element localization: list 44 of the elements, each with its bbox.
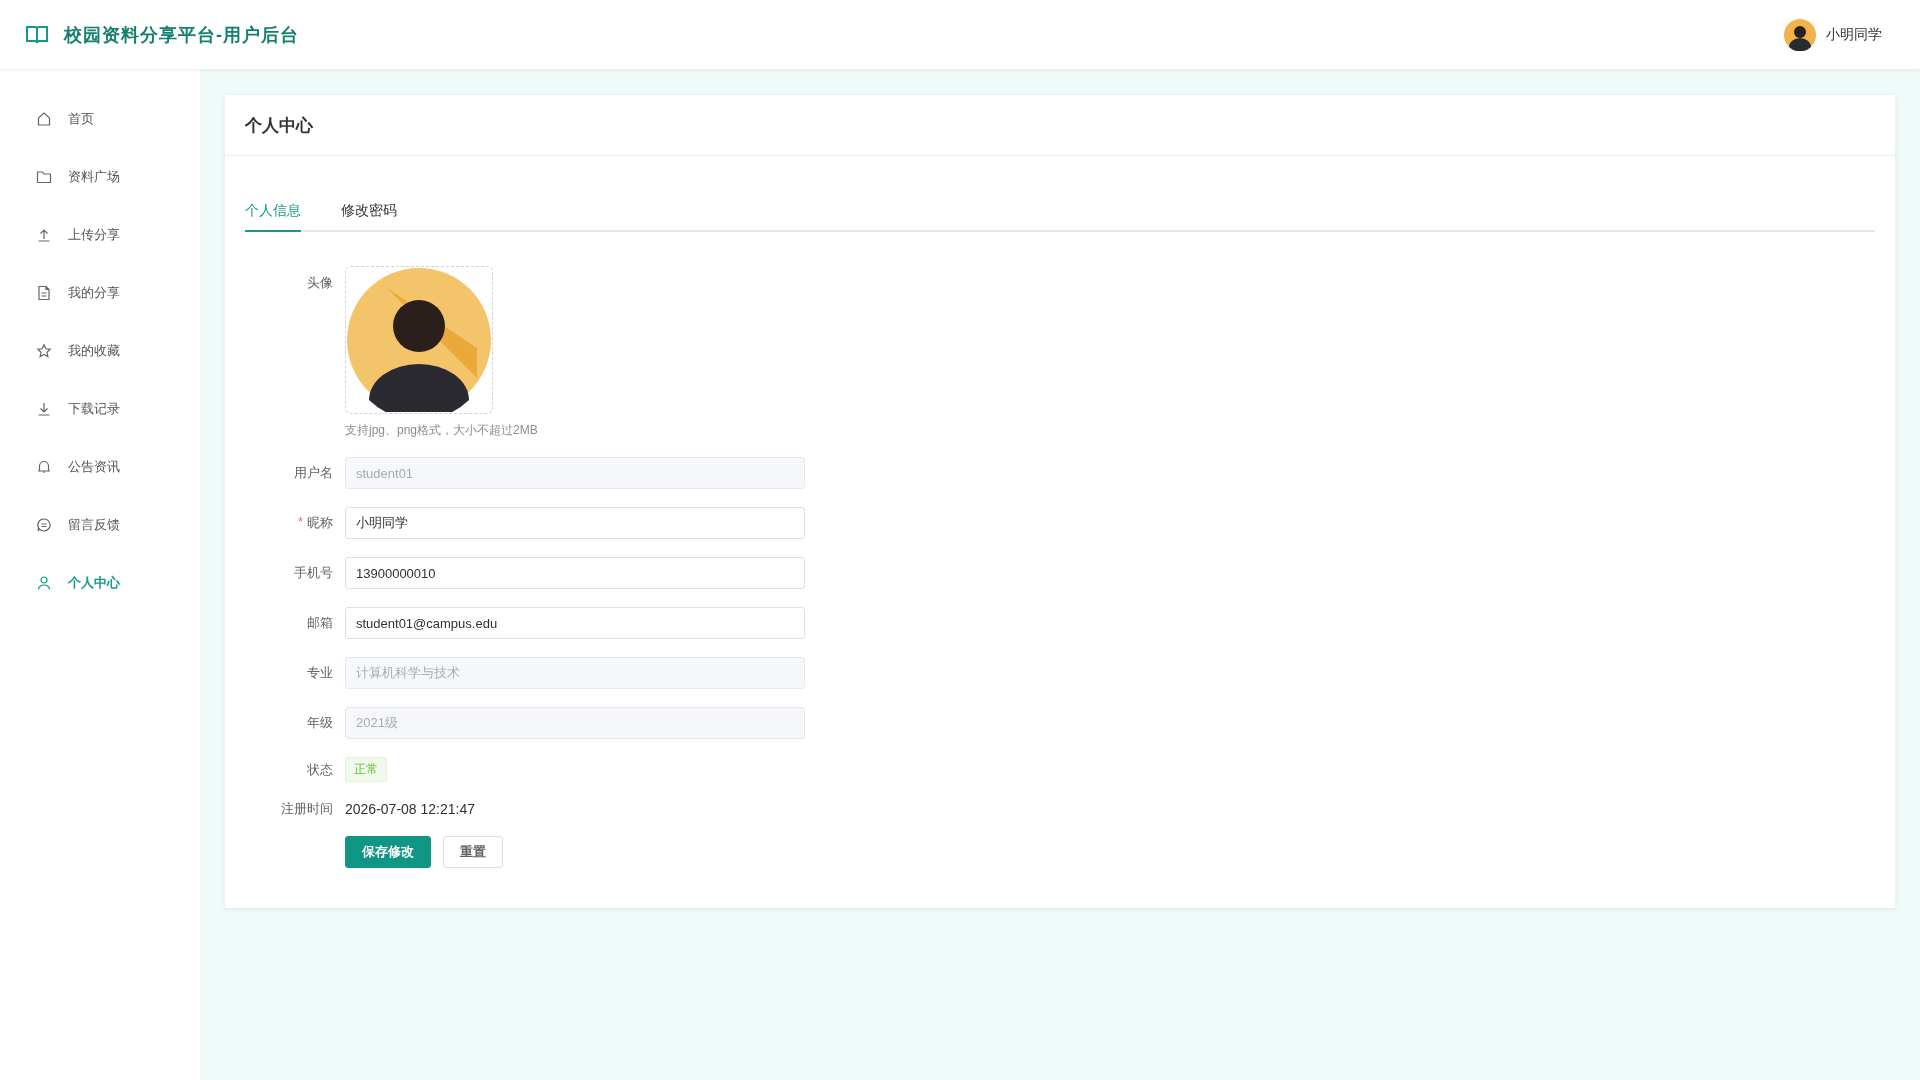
user-icon	[36, 575, 52, 591]
input-field[interactable]: 13900000010	[345, 557, 805, 589]
field-label: 状态	[307, 760, 333, 779]
field-label: 头像	[307, 274, 333, 292]
reset-button[interactable]: 重置	[443, 836, 503, 868]
sidebar-item[interactable]: 公告资讯	[0, 438, 200, 496]
field-label: 专业	[307, 664, 333, 682]
status-tag: 正常	[345, 757, 387, 782]
chat-icon	[36, 517, 52, 533]
field-label: 用户名	[294, 464, 333, 482]
card-title: 个人中心	[245, 114, 313, 137]
upload-hint: 支持jpg、png格式，大小不超过2MB	[345, 422, 538, 439]
sidebar-item[interactable]: 个人中心	[0, 554, 200, 612]
input-field[interactable]: student01@campus.edu	[345, 607, 805, 639]
field-label: 邮箱	[307, 614, 333, 632]
avatar-icon[interactable]	[1784, 18, 1816, 51]
doc-icon	[36, 285, 52, 301]
app-title: 校园资料分享平台-用户后台	[64, 23, 299, 47]
sidebar-item[interactable]: 下载记录	[0, 380, 200, 438]
sidebar-item[interactable]: 留言反馈	[0, 496, 200, 554]
field-label: 昵称	[307, 514, 333, 532]
tab[interactable]: 个人信息	[245, 202, 301, 232]
folder-icon	[36, 169, 52, 185]
field-label: 手机号	[294, 564, 333, 582]
star-icon	[36, 343, 52, 359]
download-icon	[36, 401, 52, 417]
sidebar-item[interactable]: 首页	[0, 90, 200, 148]
input-field[interactable]: 小明同学	[345, 507, 805, 539]
sidebar-item[interactable]: 资料广场	[0, 148, 200, 206]
field-value: 2026-07-08 12:21:47	[345, 801, 475, 817]
field-label: 年级	[307, 714, 333, 732]
sidebar-item[interactable]: 我的分享	[0, 264, 200, 322]
required-mark: *	[297, 514, 303, 531]
user-name[interactable]: 小明同学	[1826, 25, 1882, 44]
home-icon	[36, 111, 52, 127]
field-label: 注册时间	[281, 800, 333, 818]
upload-icon	[36, 227, 52, 243]
save-button[interactable]: 保存修改	[345, 836, 431, 868]
avatar-icon	[347, 268, 491, 412]
tab[interactable]: 修改密码	[341, 202, 397, 232]
avatar-uploader[interactable]	[345, 266, 493, 414]
sidebar-item[interactable]: 我的收藏	[0, 322, 200, 380]
bell-icon	[36, 459, 52, 475]
sidebar-item[interactable]: 上传分享	[0, 206, 200, 264]
